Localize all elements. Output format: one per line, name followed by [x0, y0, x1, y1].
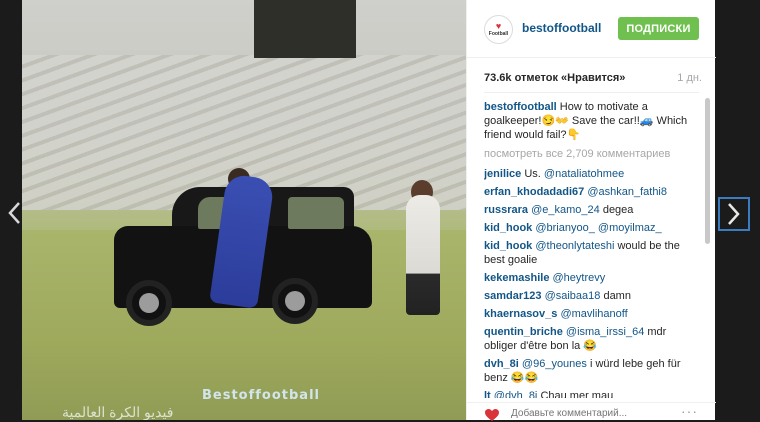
comment-bar: ··· — [467, 402, 716, 421]
comment-mention[interactable]: @nataliatohmee — [544, 168, 624, 180]
more-options-button[interactable]: ··· — [681, 403, 698, 419]
post-video[interactable]: Bestoffootball ﻓﻴﺪﻳﻮ ﺍﻟﻜﺮﺓ ﺍﻟﻌﺎﻟﻤﻴﺔ — [22, 0, 466, 420]
comment-mention[interactable]: @heytrevy — [553, 272, 606, 284]
heart-logo-icon: ♥ — [495, 21, 502, 31]
comment-username[interactable]: khaernasov_s — [484, 308, 557, 320]
comment-username[interactable]: kid_hook — [484, 222, 532, 234]
comment-mention[interactable]: @mavlihanoff — [560, 308, 627, 320]
avatar[interactable]: ♥ Football — [484, 15, 513, 44]
comments-list: bestoffootball How to motivate a goalkee… — [484, 100, 699, 398]
caption-username[interactable]: bestoffootball — [484, 101, 557, 113]
comment-item: kid_hook @brianyoo_ @moyilmaz_ — [484, 221, 699, 235]
follow-button[interactable]: ПОДПИСКИ — [618, 17, 699, 40]
comment-item: dvh_8i @96_younes i würd lebe geh für be… — [484, 357, 699, 385]
comment-mention[interactable]: @dvh_8i — [494, 390, 538, 398]
comment-text: damn — [600, 290, 631, 302]
likes-count[interactable]: 73.6k отметок «Нравится» — [484, 72, 625, 84]
chevron-right-icon — [728, 203, 740, 225]
comment-username[interactable]: quentin_briche — [484, 326, 563, 338]
caption: bestoffootball How to motivate a goalkee… — [484, 100, 699, 142]
car-wheel — [126, 280, 172, 326]
comment-mention[interactable]: @e_kamo_24 — [531, 204, 600, 216]
player — [406, 195, 440, 315]
comment-username[interactable]: dvh_8i — [484, 358, 519, 370]
chevron-left-icon — [8, 202, 20, 224]
comment-username[interactable]: kid_hook — [484, 240, 532, 252]
comment-text: Us. — [524, 168, 544, 180]
stadium-scoreboard — [254, 0, 356, 58]
comments-scrollbar[interactable] — [705, 98, 710, 244]
divider — [484, 92, 699, 93]
video-caption-overlay: ﻓﻴﺪﻳﻮ ﺍﻟﻜﺮﺓ ﺍﻟﻌﺎﻟﻤﻴﺔ — [62, 404, 174, 420]
comment-username[interactable]: kekemashile — [484, 272, 549, 284]
post-side-panel: ♥ Football bestoffootball ПОДПИСКИ 73.6k… — [466, 0, 716, 421]
comment-mention[interactable]: @theonlytateshi — [535, 240, 614, 252]
comment-item: lt @dvh_8i Chau mer mau — [484, 389, 699, 398]
comment-item: quentin_briche @isma_irssi_64 mdr oblige… — [484, 325, 699, 353]
comment-username[interactable]: lt — [484, 390, 491, 398]
comment-mention[interactable]: @ashkan_fathi8 — [587, 186, 667, 198]
comment-mention[interactable]: @isma_irssi_64 — [566, 326, 644, 338]
comment-mention[interactable]: @96_younes — [522, 358, 587, 370]
view-all-comments-link[interactable]: посмотреть все 2,709 комментариев — [484, 147, 699, 161]
comment-item: khaernasov_s @mavlihanoff — [484, 307, 699, 321]
video-watermark: Bestoffootball — [202, 388, 320, 403]
next-post-arrow[interactable] — [718, 197, 750, 231]
post-age[interactable]: 1 дн. — [677, 72, 702, 84]
comment-username[interactable]: erfan_khodadadi67 — [484, 186, 584, 198]
comment-username[interactable]: russrara — [484, 204, 528, 216]
comment-username[interactable]: samdar123 — [484, 290, 542, 302]
comment-mention[interactable]: @brianyoo_ — [535, 222, 594, 234]
comment-mention[interactable]: @moyilmaz_ — [598, 222, 662, 234]
comment-username[interactable]: jenilice — [484, 168, 521, 180]
likes-row: 73.6k отметок «Нравится» 1 дн. — [484, 72, 702, 88]
comment-text: degea — [599, 204, 634, 216]
comment-item: erfan_khodadadi67 @ashkan_fathi8 — [484, 185, 699, 199]
comment-item: jenilice Us. @nataliatohmee — [484, 167, 699, 181]
username-link[interactable]: bestoffootball — [522, 21, 601, 35]
comment-item: kekemashile @heytrevy — [484, 271, 699, 285]
comment-mention[interactable]: @saibaa18 — [545, 290, 601, 302]
post-header: ♥ Football bestoffootball ПОДПИСКИ — [467, 0, 716, 58]
comment-item: russrara @e_kamo_24 degea — [484, 203, 699, 217]
avatar-logo-text: Football — [488, 31, 509, 37]
comment-item: kid_hook @theonlytateshi would be the be… — [484, 239, 699, 267]
car-window — [288, 197, 344, 229]
car-wheel — [272, 278, 318, 324]
comment-text: Chau mer mau — [537, 390, 614, 398]
comment-item: samdar123 @saibaa18 damn — [484, 289, 699, 303]
comment-input[interactable] — [509, 405, 663, 421]
